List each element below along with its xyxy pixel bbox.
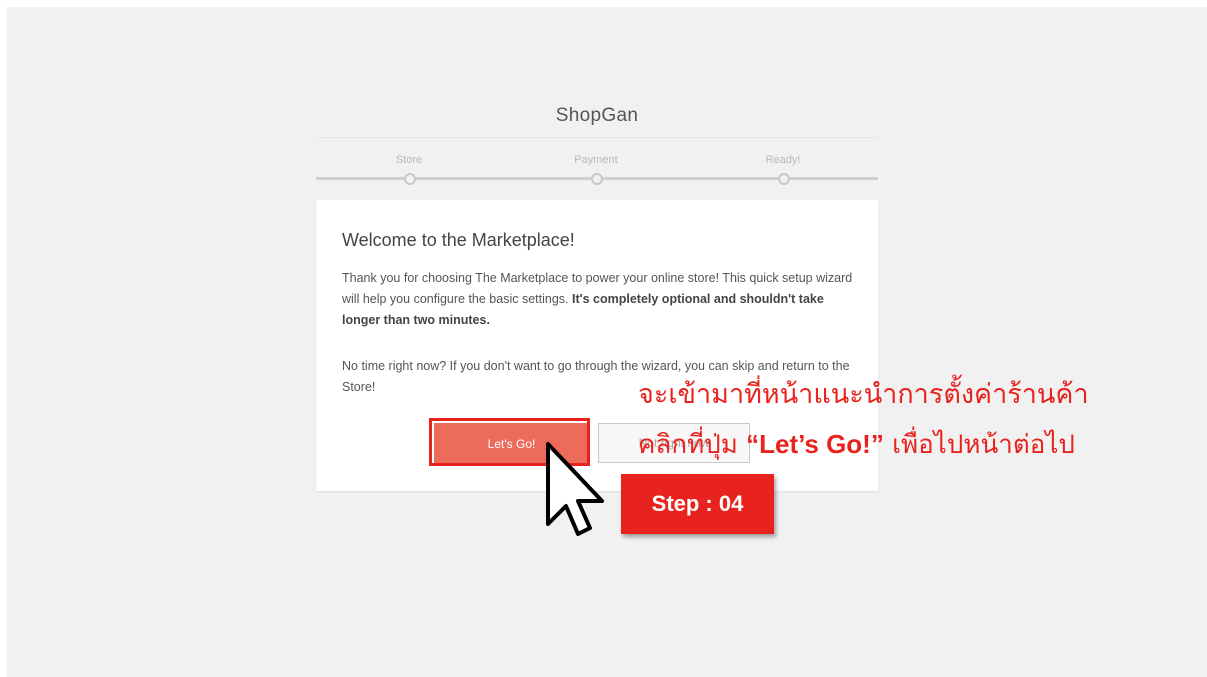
step-payment-dot bbox=[591, 173, 603, 185]
intro-paragraph: Thank you for choosing The Marketplace t… bbox=[342, 268, 857, 331]
annotation-line-1: จะเข้ามาที่หน้าแนะนำการตั้งค่าร้านค้า bbox=[638, 379, 1089, 410]
annotation-line-2-bold: “Let’s Go!” bbox=[746, 429, 884, 459]
step-store-dot bbox=[404, 173, 416, 185]
step-ready-dot bbox=[778, 173, 790, 185]
step-ready-label: Ready! bbox=[765, 154, 801, 166]
welcome-heading: Welcome to the Marketplace! bbox=[342, 230, 575, 250]
mouse-pointer-icon bbox=[546, 442, 604, 536]
header-divider bbox=[316, 137, 878, 138]
step-store-label: Store bbox=[395, 154, 423, 166]
step-payment-label: Payment bbox=[574, 154, 618, 166]
step-badge: Step : 04 bbox=[621, 474, 774, 534]
annotation-line-2-suffix: เพื่อไปหน้าต่อไป bbox=[883, 430, 1075, 460]
site-title: ShopGan bbox=[555, 105, 639, 126]
annotation-line-2: คลิกที่ปุ่ม “Let’s Go!” เพื่อไปหน้าต่อไป bbox=[638, 424, 1075, 465]
setup-progress: Store Payment Ready! bbox=[316, 150, 878, 190]
annotation-line-2-prefix: คลิกที่ปุ่ม bbox=[638, 430, 747, 460]
